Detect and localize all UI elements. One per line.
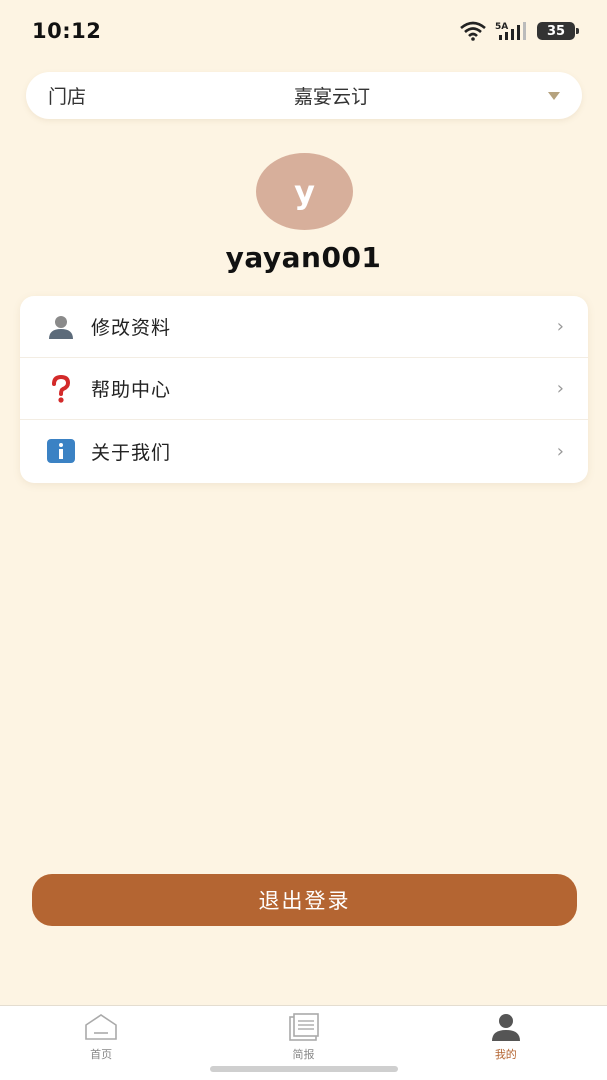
menu-item-about-us[interactable]: 关于我们 › — [20, 420, 588, 482]
status-icons: 5A 35 — [459, 20, 579, 42]
chevron-right-icon: › — [556, 378, 564, 399]
avatar[interactable]: y — [256, 153, 353, 230]
info-icon — [46, 436, 76, 466]
network-label: 5A — [495, 22, 508, 32]
home-icon — [83, 1012, 119, 1042]
tab-label: 首页 — [90, 1048, 113, 1061]
menu-item-label: 修改资料 — [91, 317, 172, 339]
profile-icon — [488, 1012, 524, 1042]
signal-icon: 5A — [495, 20, 529, 42]
tab-home[interactable]: 首页 — [0, 1006, 202, 1080]
store-selector[interactable]: 门店 嘉宴云订 — [26, 72, 582, 119]
home-indicator[interactable] — [210, 1066, 398, 1072]
menu-item-help-center[interactable]: 帮助中心 › — [20, 358, 588, 420]
wifi-icon — [459, 21, 487, 41]
report-icon — [285, 1012, 321, 1042]
caret-down-icon — [548, 91, 560, 100]
menu-card: 修改资料 › 帮助中心 › 关于我们 › — [20, 296, 588, 483]
user-icon — [46, 312, 76, 342]
menu-item-edit-profile[interactable]: 修改资料 › — [20, 296, 588, 358]
tab-label: 简报 — [292, 1048, 315, 1061]
tab-profile[interactable]: 我的 — [405, 1006, 607, 1080]
question-icon — [46, 374, 76, 404]
menu-item-label: 关于我们 — [91, 441, 172, 464]
logout-button[interactable]: 退出登录 — [32, 874, 577, 926]
chevron-right-icon: › — [556, 316, 564, 337]
username: yayan001 — [225, 241, 382, 274]
store-value: 嘉宴云订 — [294, 86, 371, 108]
status-bar: 10:12 5A 35 — [0, 0, 607, 62]
status-time: 10:12 — [32, 19, 102, 43]
battery-icon: 35 — [537, 22, 579, 40]
menu-item-label: 帮助中心 — [91, 379, 172, 401]
tab-label: 我的 — [494, 1048, 517, 1061]
chevron-right-icon: › — [556, 440, 564, 462]
store-label: 门店 — [48, 86, 87, 108]
